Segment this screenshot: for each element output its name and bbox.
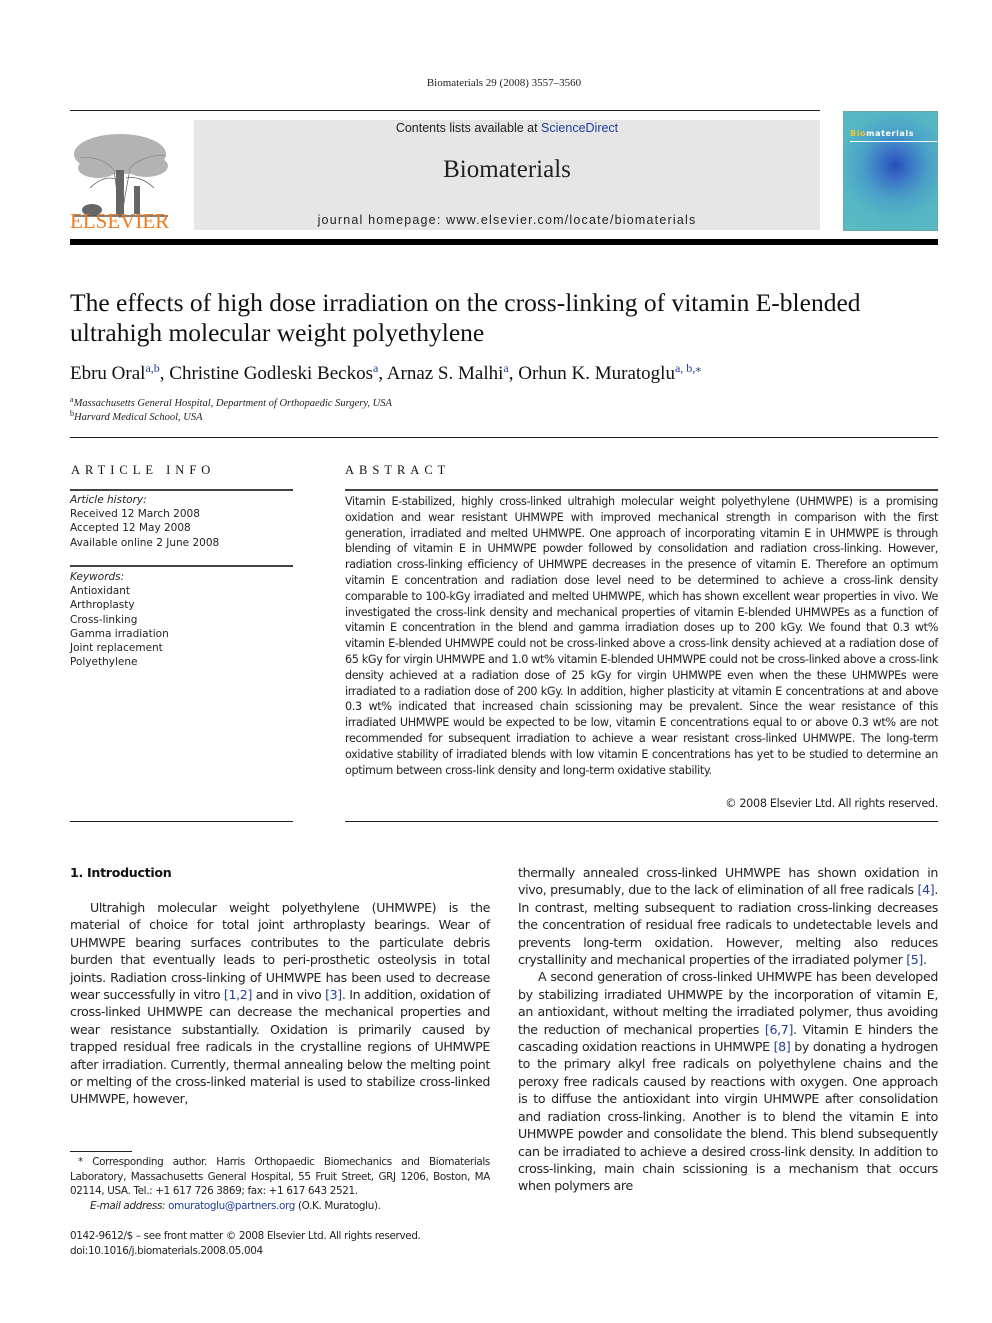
article-info-bottom-divider (70, 821, 293, 822)
article-history: Article history: Received 12 March 2008 … (70, 493, 219, 550)
author-affiliation-link[interactable]: a (373, 361, 378, 375)
history-accepted: Accepted 12 May 2008 (70, 522, 191, 535)
abstract-heading: ABSTRACT (345, 463, 451, 477)
email-line: E-mail address: omuratoglu@partners.org … (70, 1199, 490, 1214)
abstract-divider (345, 489, 938, 491)
corresponding-author-text: * Corresponding author. Harris Orthopaed… (70, 1156, 490, 1197)
citation-link[interactable]: [1,2] (224, 987, 252, 1002)
front-matter: 0142-9612/$ – see front matter © 2008 El… (70, 1229, 421, 1258)
paragraph: thermally annealed cross-linked UHMWPE h… (518, 864, 938, 968)
paragraph: A second generation of cross-linked UHMW… (518, 968, 938, 1194)
history-online: Available online 2 June 2008 (70, 536, 220, 549)
cover-divider (850, 141, 937, 142)
paragraph-text: by donating a hydrogen to the primary al… (518, 1039, 938, 1194)
section-heading-introduction: 1. Introduction (70, 865, 172, 880)
paragraph-text: thermally annealed cross-linked UHMWPE h… (518, 865, 938, 898)
journal-masthead: Contents lists available at ScienceDirec… (194, 120, 820, 230)
cover-title: Biomaterials (850, 129, 914, 138)
author-name: Orhun K. Muratoglu (518, 363, 675, 384)
masthead-divider (70, 239, 938, 245)
elsevier-wordmark: ELSEVIER (70, 209, 170, 233)
author-list: Ebru Orala,b, Christine Godleski Beckosa… (70, 361, 702, 384)
journal-cover-image: Biomaterials (843, 111, 938, 231)
article-title: The effects of high dose irradiation on … (70, 288, 861, 347)
contents-availability: Contents lists available at ScienceDirec… (194, 121, 820, 135)
paragraph: Ultrahigh molecular weight polyethylene … (70, 899, 490, 1108)
corresponding-author-footnote: * Corresponding author. Harris Orthopaed… (70, 1155, 490, 1213)
paragraph-text: . In addition, oxidation of cross-linked… (70, 987, 490, 1107)
article-info-heading: ARTICLE INFO (71, 463, 216, 477)
citation-link[interactable]: [8] (774, 1039, 791, 1054)
email-suffix: (O.K. Muratoglu). (295, 1199, 381, 1212)
keyword: Gamma irradiation (70, 627, 169, 640)
email-link[interactable]: omuratoglu@partners.org (168, 1200, 295, 1212)
citation-link[interactable]: [4] (918, 882, 935, 897)
footnote-divider (70, 1151, 132, 1152)
journal-title: Biomaterials (443, 156, 571, 183)
author-name: Ebru Oral (70, 363, 146, 384)
keywords-divider (70, 565, 293, 567)
keyword: Polyethylene (70, 656, 138, 669)
journal-homepage-link[interactable]: journal homepage: www.elsevier.com/locat… (194, 213, 820, 227)
email-label: E-mail address: (90, 1199, 166, 1212)
affiliation-text: Massachusetts General Hospital, Departme… (73, 398, 392, 409)
keyword: Antioxidant (70, 585, 130, 598)
author-affiliation-link[interactable]: a,b (145, 361, 159, 375)
journal-citation: Biomaterials 29 (2008) 3557–3560 (426, 77, 582, 89)
body-column-left: Ultrahigh molecular weight polyethylene … (70, 899, 490, 1108)
keyword: Arthroplasty (70, 599, 135, 612)
body-column-right: thermally annealed cross-linked UHMWPE h… (518, 864, 938, 1195)
title-divider (70, 437, 938, 438)
history-received: Received 12 March 2008 (70, 508, 200, 521)
author-affiliation-link[interactable]: a, b,⁎ (675, 361, 701, 375)
paragraph-text: . (922, 952, 927, 968)
affiliation: aMassachusetts General Hospital, Departm… (70, 395, 392, 409)
abstract-text: Vitamin E-stabilized, highly cross-linke… (345, 495, 938, 777)
paragraph-text: and in vivo (252, 987, 326, 1003)
keyword: Cross-linking (70, 613, 138, 626)
citation-link[interactable]: [3] (325, 987, 342, 1002)
article-info-divider (70, 489, 293, 491)
affiliation: bHarvard Medical School, USA (70, 409, 203, 423)
history-label: Article history: (70, 494, 147, 506)
doi[interactable]: doi:10.1016/j.biomaterials.2008.05.004 (70, 1244, 421, 1259)
sciencedirect-link[interactable]: ScienceDirect (541, 121, 618, 135)
affiliation-text: Harvard Medical School, USA (74, 412, 203, 423)
cover-title-bio: Bio (850, 129, 867, 138)
citation-link[interactable]: [6,7] (765, 1022, 793, 1037)
abstract-copyright: © 2008 Elsevier Ltd. All rights reserved… (725, 797, 938, 810)
abstract-bottom-divider (345, 821, 938, 822)
contents-prefix: Contents lists available at (395, 121, 542, 135)
cover-title-rest: materials (866, 129, 915, 138)
keywords: Keywords: Antioxidant Arthroplasty Cross… (70, 570, 169, 669)
keyword: Joint replacement (70, 642, 163, 655)
author-affiliation-link[interactable]: a (503, 361, 508, 375)
author-name: Arnaz S. Malhi (386, 363, 504, 384)
header-divider (70, 110, 820, 111)
citation-link[interactable]: [5] (906, 952, 923, 967)
author-name: Christine Godleski Beckos (169, 363, 373, 384)
issn-line: 0142-9612/$ – see front matter © 2008 El… (70, 1230, 421, 1242)
keywords-label: Keywords: (70, 571, 125, 583)
